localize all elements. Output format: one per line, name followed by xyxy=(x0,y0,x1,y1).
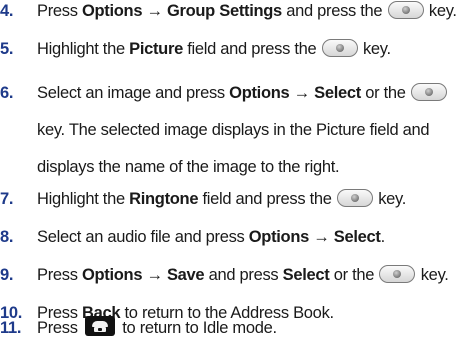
bold-term: Select xyxy=(282,266,330,284)
step-text: Select an audio file and press Options →… xyxy=(37,225,459,249)
step-text: Highlight the Picture field and press th… xyxy=(37,37,459,61)
bold-term: Options → Select xyxy=(248,228,381,246)
ok-key-icon xyxy=(410,83,447,101)
bold-term: Picture xyxy=(129,40,183,58)
step-text: Press Options → Save and press Select or… xyxy=(37,263,459,287)
text-run: key. xyxy=(373,190,407,208)
ok-key-dot xyxy=(350,194,359,202)
step-text: Highlight the Ringtone field and press t… xyxy=(37,187,459,211)
text-run: key. xyxy=(416,266,449,284)
bold-term: Options → Select xyxy=(229,84,361,102)
text-run: and press xyxy=(204,266,283,284)
ok-key-icon xyxy=(379,265,416,283)
ok-key-dot xyxy=(424,88,433,96)
ok-key-icon xyxy=(336,189,373,207)
text-run: to return to Idle mode. xyxy=(117,319,277,337)
text-run: Select an audio file and press xyxy=(37,228,249,246)
text-run: . xyxy=(380,228,386,246)
text-run: and press the xyxy=(281,2,387,20)
ok-key-icon xyxy=(321,39,358,57)
text-run: Highlight the xyxy=(37,40,130,58)
ok-key-dot xyxy=(401,6,410,14)
step-number: 7. xyxy=(0,190,14,208)
ok-key-dot xyxy=(393,270,402,278)
handset-base-shape xyxy=(93,327,106,332)
text-run: Highlight the xyxy=(37,190,130,208)
text-run: key. xyxy=(424,2,457,20)
text-run: Press xyxy=(37,319,82,337)
step-number: 4. xyxy=(0,2,14,20)
step-text: Press to return to Idle mode. xyxy=(37,316,459,340)
bold-term: Options → Save xyxy=(81,266,205,284)
text-run: or the xyxy=(329,266,379,284)
step-text: Press Options → Group Settings and press… xyxy=(37,0,459,23)
ok-key-icon xyxy=(387,1,424,19)
step-number: 11. xyxy=(0,319,22,337)
text-run: key. xyxy=(358,40,391,58)
text-run: or the xyxy=(360,84,410,102)
text-run: Press xyxy=(37,2,82,20)
step-number: 8. xyxy=(0,228,14,246)
instruction-steps: 4. Press Options → Group Settings and pre… xyxy=(0,0,459,338)
ok-key-dot xyxy=(335,44,344,52)
text-run: field and press the xyxy=(198,190,336,208)
text-run: field and press the xyxy=(182,40,321,58)
bold-term: Ringtone xyxy=(129,190,199,208)
text-run: Press xyxy=(37,266,82,284)
step-number: 6. xyxy=(0,84,14,102)
text-run: Select an image and press xyxy=(37,84,230,102)
step-text: Select an image and press Options → Sele… xyxy=(37,75,459,186)
text-run: key. The selected image displays in the … xyxy=(37,121,430,176)
step-number: 9. xyxy=(0,266,14,284)
end-call-key-icon xyxy=(84,316,115,336)
bold-term: Options → Group Settings xyxy=(81,2,282,20)
step-number: 5. xyxy=(0,40,14,58)
